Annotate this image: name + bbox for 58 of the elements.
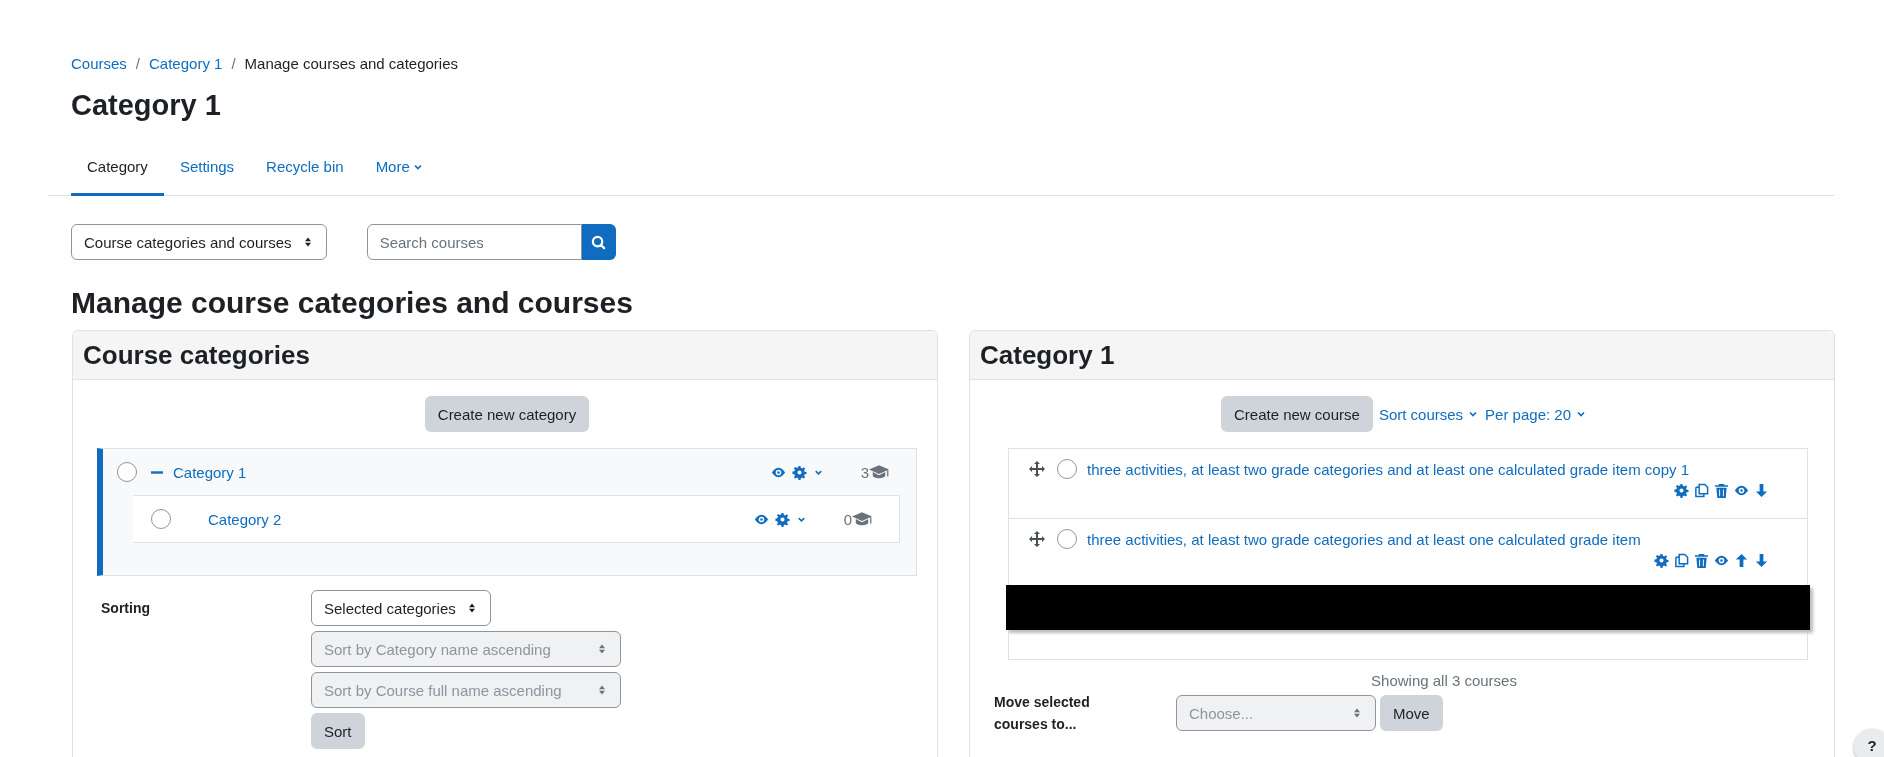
category-item[interactable]: Category 1 3 Category 2 0 <box>97 448 917 576</box>
course-count: 3 <box>860 463 870 481</box>
breadcrumb-link[interactable]: Category 1 <box>149 55 223 72</box>
create-course-button[interactable]: Create new course <box>1221 396 1373 432</box>
breadcrumb-separator: / <box>135 55 141 72</box>
breadcrumb-link[interactable]: Courses <box>71 55 127 72</box>
category-link[interactable]: Category 1 <box>173 463 247 481</box>
eye-icon[interactable] <box>1734 483 1749 498</box>
down-arrow-icon[interactable] <box>1754 483 1769 498</box>
trash-icon[interactable] <box>1694 553 1709 568</box>
course-item[interactable]: three activities, at least two grade categories and at least one calculated grade item copy 1 <box>1009 449 1807 519</box>
up-arrow-icon[interactable] <box>1734 553 1749 568</box>
tab[interactable]: Settings <box>163 142 251 196</box>
course-link[interactable]: three activities, at least two grade categories and at least one calculated grade item <box>1087 530 1641 548</box>
checkbox[interactable] <box>117 462 137 482</box>
scope-select[interactable]: Selected categories <box>311 590 491 626</box>
view-select[interactable]: Course categories and courses <box>71 224 327 260</box>
section-heading: Manage course categories and courses <box>71 286 634 320</box>
move-icon[interactable] <box>1029 461 1045 477</box>
gear-icon[interactable] <box>792 464 807 480</box>
tab[interactable]: More <box>359 142 440 196</box>
course-count: 0 <box>843 510 853 528</box>
eye-icon[interactable] <box>1714 553 1729 568</box>
page-title: Category 1 <box>71 89 222 122</box>
course-count-text: Showing all 3 courses <box>1370 672 1518 689</box>
breadcrumb-current: Manage courses and categories <box>244 55 459 72</box>
tab[interactable]: Recycle bin <box>250 142 360 196</box>
tab[interactable]: Category <box>71 142 164 196</box>
create-category-button[interactable]: Create new category <box>424 396 590 432</box>
search-icon <box>591 234 607 250</box>
checkbox[interactable] <box>1057 459 1077 479</box>
search-button[interactable] <box>581 224 616 260</box>
help-button[interactable]: ? <box>1854 729 1884 757</box>
trash-icon[interactable] <box>1714 483 1729 498</box>
category-link[interactable]: Category 2 <box>208 510 282 528</box>
breadcrumb-separator: / <box>231 55 236 72</box>
course-link[interactable]: three activities, at least two grade categories and at least one calculated grade item copy 1 <box>1087 460 1689 478</box>
gear-icon[interactable] <box>1674 483 1689 498</box>
gear-icon[interactable] <box>1654 553 1669 568</box>
sorting-label: Sorting <box>101 599 151 618</box>
graduation-cap-icon <box>869 465 890 479</box>
checkbox[interactable] <box>151 509 171 529</box>
panel-title: Course categories <box>83 339 310 371</box>
sort-courses-link[interactable]: Sort courses <box>1378 405 1480 423</box>
copy-icon[interactable] <box>1674 553 1689 568</box>
move-icon[interactable] <box>1029 531 1045 547</box>
sort-button[interactable]: Sort <box>311 713 365 749</box>
panel-title: Category 1 <box>980 339 1115 371</box>
per-page-link[interactable]: Per page: 20 <box>1485 405 1587 423</box>
category-item[interactable]: Category 2 0 <box>133 495 900 543</box>
minus-icon[interactable] <box>151 470 163 474</box>
search-field[interactable]: Search courses <box>366 224 582 260</box>
move-label: Move selected courses to... <box>994 693 1091 735</box>
graduation-cap-icon <box>852 512 873 526</box>
gear-icon[interactable] <box>775 511 790 527</box>
checkbox[interactable] <box>1057 529 1077 549</box>
down-arrow-icon[interactable] <box>1754 553 1769 568</box>
copy-icon[interactable] <box>1694 483 1709 498</box>
